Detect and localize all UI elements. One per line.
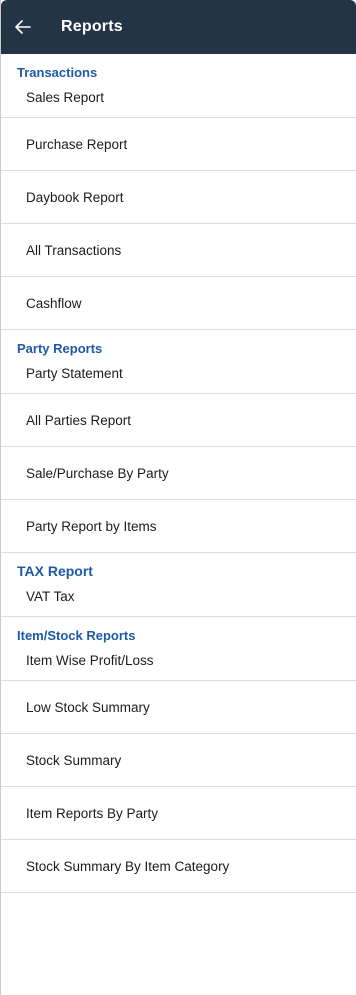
section-header-party-reports: Party Reports (17, 341, 103, 356)
reports-screen: Reports Transactions Sales Report Purcha… (0, 0, 356, 995)
section-header-transactions: Transactions (17, 65, 98, 80)
menu-item-stock-summary-by-item-category[interactable]: Stock Summary By Item Category (1, 840, 356, 893)
section-party-reports: Party Reports Party Statement All Partie… (1, 330, 356, 553)
section-header-tax-report: TAX Report (17, 563, 93, 579)
arrow-left-icon (15, 20, 31, 34)
section-tax-report: TAX Report VAT Tax (1, 553, 356, 617)
menu-item-sales-report[interactable]: Sales Report (1, 82, 356, 118)
menu-item-party-report-by-items[interactable]: Party Report by Items (1, 500, 356, 553)
menu-item-stock-summary[interactable]: Stock Summary (1, 734, 356, 787)
section-item-stock-reports: Item/Stock Reports Item Wise Profit/Loss… (1, 617, 356, 893)
menu-item-cashflow[interactable]: Cashflow (1, 277, 356, 330)
page-title: Reports (61, 18, 123, 35)
menu-item-item-reports-by-party[interactable]: Item Reports By Party (1, 787, 356, 840)
menu-item-all-parties-report[interactable]: All Parties Report (1, 394, 356, 447)
back-button[interactable] (1, 0, 45, 54)
menu-item-all-transactions[interactable]: All Transactions (1, 224, 356, 277)
menu-item-item-wise-profit-loss[interactable]: Item Wise Profit/Loss (1, 645, 356, 681)
menu-item-purchase-report[interactable]: Purchase Report (1, 118, 356, 171)
menu-item-low-stock-summary[interactable]: Low Stock Summary (1, 681, 356, 734)
menu-item-sale-purchase-by-party[interactable]: Sale/Purchase By Party (1, 447, 356, 500)
section-header-item-stock-reports: Item/Stock Reports (17, 628, 136, 643)
menu-item-vat-tax[interactable]: VAT Tax (1, 581, 356, 617)
section-transactions: Transactions Sales Report Purchase Repor… (1, 54, 356, 330)
menu-item-party-statement[interactable]: Party Statement (1, 358, 356, 394)
menu-item-daybook-report[interactable]: Daybook Report (1, 171, 356, 224)
app-bar: Reports (1, 0, 356, 54)
